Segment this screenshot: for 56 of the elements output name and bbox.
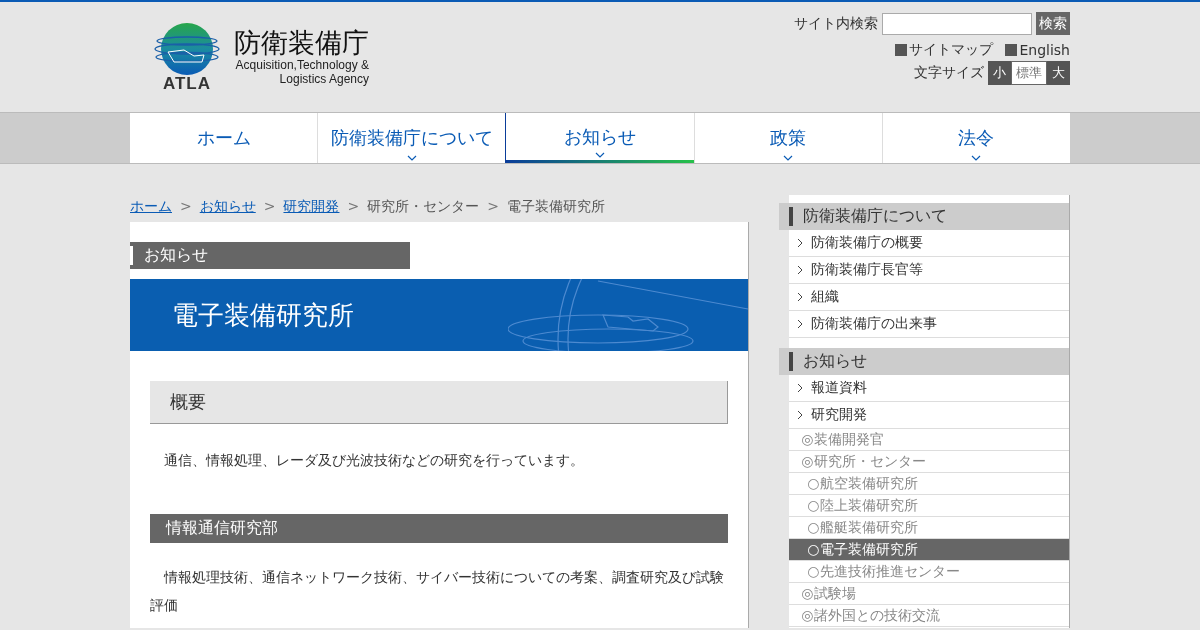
breadcrumb-link[interactable]: お知らせ: [199, 198, 256, 216]
font-size-button[interactable]: 小: [988, 61, 1011, 85]
breadcrumb-separator: >: [347, 198, 360, 214]
sidebar-heading: 防衛装備庁について: [779, 203, 1069, 230]
chevron-right-icon: [797, 410, 804, 420]
section-text: 通信、情報処理、レーダ及び光波技術などの研究を行っています。: [163, 451, 585, 470]
header-link[interactable]: サイトマップ: [895, 41, 994, 59]
font-size-label: 文字サイズ: [914, 64, 984, 82]
sidebar-item[interactable]: 防衛装備庁長官等: [789, 257, 1069, 284]
sidebar-item[interactable]: ○航空装備研究所: [789, 473, 1069, 495]
nav-tab[interactable]: 法令: [881, 113, 1070, 163]
sidebar-item[interactable]: ◎研究所・センター: [789, 451, 1069, 473]
section-text: 情報処理技術、通信ネットワーク技術、サイバー技術についての考案、調査研究及び試験評価: [150, 568, 725, 615]
nav-tab[interactable]: お知らせ: [505, 113, 694, 163]
search-field[interactable]: [882, 12, 1032, 35]
sidebar-item[interactable]: 防衛装備庁の概要: [789, 230, 1069, 257]
search-button[interactable]: 検索: [1036, 12, 1070, 35]
sidebar-item[interactable]: ◎装備開発官: [789, 429, 1069, 451]
section-heading: 概要: [150, 381, 729, 424]
sidebar-item[interactable]: ○陸上装備研究所: [789, 495, 1069, 517]
logo-abbreviation: ATLA: [162, 74, 212, 94]
chevron-right-icon: [797, 292, 804, 302]
breadcrumb-current: 電子装備研究所: [506, 198, 605, 216]
breadcrumb-current: 研究所・センター: [367, 198, 480, 216]
breadcrumb-link[interactable]: 研究開発: [283, 198, 340, 216]
sidebar-item[interactable]: 組織: [789, 284, 1069, 311]
chevron-right-icon: [797, 265, 804, 275]
breadcrumb-link[interactable]: ホーム: [130, 198, 172, 216]
sidebar-heading: お知らせ: [779, 348, 1069, 375]
category-label: お知らせ: [144, 245, 208, 266]
chevron-right-icon: [797, 383, 804, 393]
globe-logo-icon: [154, 22, 220, 76]
sidebar-item[interactable]: 研究開発: [789, 402, 1069, 429]
sidebar-item[interactable]: ○電子装備研究所: [789, 539, 1069, 561]
nav-tab[interactable]: 防衛装備庁について: [317, 113, 506, 163]
nav-tab[interactable]: 政策: [693, 113, 882, 163]
page-title: 電子装備研究所: [172, 298, 354, 332]
sidebar-item[interactable]: 報道資料: [789, 375, 1069, 402]
sidebar-item[interactable]: ◎試験場: [789, 583, 1069, 605]
font-size-button[interactable]: 大: [1047, 61, 1070, 85]
sidebar-item[interactable]: ◎諸外国との技術交流: [789, 605, 1069, 627]
agency-english-name: Acquisition,Technology &: [235, 58, 369, 72]
breadcrumb-separator: >: [263, 198, 276, 214]
chevron-right-icon: [797, 319, 804, 329]
agency-name: 防衛装備庁: [234, 28, 369, 58]
chevron-right-icon: [797, 238, 804, 248]
breadcrumb-separator: >: [180, 198, 192, 214]
agency-english-name: Logistics Agency: [279, 72, 369, 86]
search-label: サイト内検索: [794, 14, 878, 33]
sidebar-item[interactable]: ○先進技術推進センター: [789, 561, 1069, 583]
sidebar-item[interactable]: 防衛装備庁の出来事: [789, 311, 1069, 338]
section-heading: 情報通信研究部: [150, 514, 729, 543]
font-size-button[interactable]: 標準: [1011, 61, 1047, 85]
breadcrumb-separator: >: [487, 198, 499, 214]
header-link[interactable]: English: [1005, 42, 1070, 58]
nav-tab[interactable]: ホーム: [130, 113, 318, 163]
